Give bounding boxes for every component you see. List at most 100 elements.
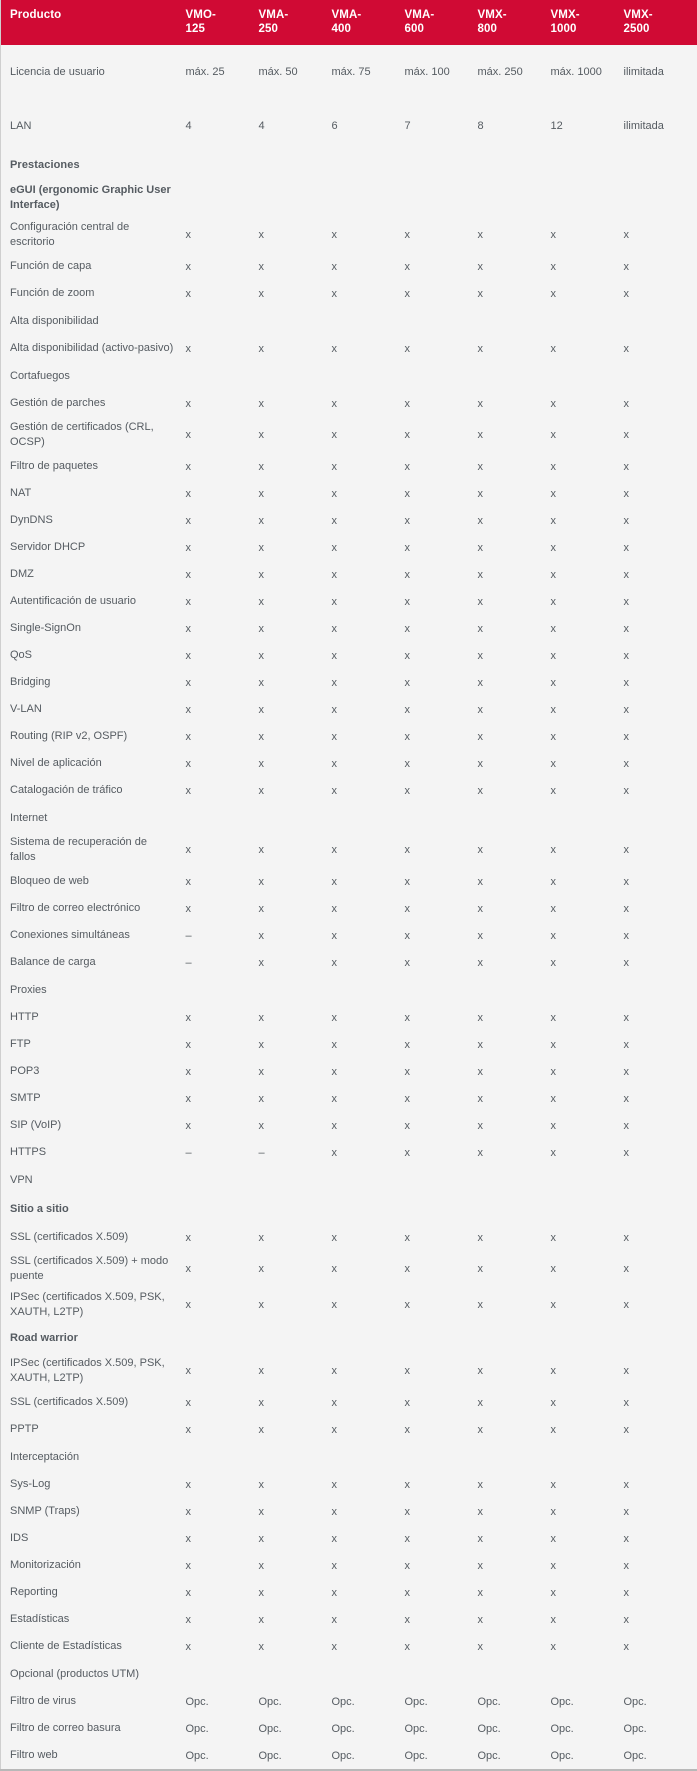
cell-value: x <box>405 1058 478 1085</box>
cell-empty <box>186 1660 259 1688</box>
row-label: Conexiones simultáneas <box>1 922 186 949</box>
cell-value: Opc. <box>259 1715 332 1742</box>
cell-value: Opc. <box>624 1688 697 1715</box>
cell-value: máx. 250 <box>478 45 551 99</box>
cell-value: máx. 100 <box>405 45 478 99</box>
cell-value: x <box>405 1224 478 1251</box>
cell-value: x <box>186 1112 259 1139</box>
row-label: POP3 <box>1 1058 186 1085</box>
table-row: Single-SignOnxxxxxxx <box>1 615 697 642</box>
row-label: SSL (certificados X.509) <box>1 1389 186 1416</box>
cell-value: x <box>332 480 405 507</box>
cell-value: x <box>405 1525 478 1552</box>
cell-value: x <box>478 868 551 895</box>
cell-value: x <box>478 832 551 868</box>
cell-value: x <box>478 480 551 507</box>
table-row: Servidor DHCPxxxxxxx <box>1 534 697 561</box>
cell-value: x <box>259 417 332 453</box>
cell-value: Opc. <box>332 1715 405 1742</box>
cell-value: x <box>478 696 551 723</box>
table-row: SMTPxxxxxxx <box>1 1085 697 1112</box>
cell-empty <box>186 976 259 1004</box>
cell-value: x <box>405 507 478 534</box>
cell-empty <box>405 362 478 390</box>
cell-value: x <box>624 750 697 777</box>
cell-value: ilimitada <box>624 45 697 99</box>
cell-empty <box>259 1194 332 1224</box>
cell-value: x <box>405 1353 478 1389</box>
cell-value: x <box>624 922 697 949</box>
cell-value: x <box>405 1139 478 1166</box>
column-header-product: Producto <box>1 0 186 45</box>
cell-empty <box>186 1443 259 1471</box>
row-label: Catalogación de tráfico <box>1 777 186 804</box>
cell-value: Opc. <box>405 1715 478 1742</box>
cell-value: x <box>259 1416 332 1443</box>
cell-value: x <box>259 669 332 696</box>
cell-value: x <box>624 1004 697 1031</box>
section-band-body: Prestaciones <box>1 153 697 178</box>
cell-value: x <box>405 949 478 976</box>
cell-value: x <box>405 1251 478 1287</box>
cell-value: x <box>332 1224 405 1251</box>
cell-empty <box>478 1194 551 1224</box>
cell-value: x <box>551 1287 624 1323</box>
cell-value: ilimitada <box>624 99 697 153</box>
table-group-row: Road warrior <box>1 1323 697 1353</box>
cell-value: x <box>332 390 405 417</box>
column-header-line2: 125 <box>186 22 259 36</box>
cell-value: x <box>332 642 405 669</box>
cell-empty <box>405 1323 478 1353</box>
cell-value: x <box>478 723 551 750</box>
cell-value: x <box>405 453 478 480</box>
table-row: Bloqueo de webxxxxxxx <box>1 868 697 895</box>
cell-value: x <box>186 868 259 895</box>
table-row: Filtro de virusOpc.Opc.Opc.Opc.Opc.Opc.O… <box>1 1688 697 1715</box>
cell-empty <box>405 1443 478 1471</box>
cell-value: x <box>259 1112 332 1139</box>
cell-value: Opc. <box>478 1688 551 1715</box>
cell-value: x <box>332 615 405 642</box>
cell-value: x <box>551 1058 624 1085</box>
cell-value: x <box>551 417 624 453</box>
cell-value: – <box>186 922 259 949</box>
cell-value: x <box>551 868 624 895</box>
cell-value: x <box>624 1058 697 1085</box>
cell-value: x <box>551 1633 624 1660</box>
table-row: Filtro de paquetesxxxxxxx <box>1 453 697 480</box>
cell-value: x <box>332 217 405 253</box>
row-label: HTTP <box>1 1004 186 1031</box>
cell-value: x <box>624 1552 697 1579</box>
cell-value: x <box>259 1606 332 1633</box>
cell-value: x <box>624 480 697 507</box>
cell-value: x <box>551 1139 624 1166</box>
column-header-line1: VMX- <box>551 8 624 22</box>
table-row: Bridgingxxxxxxx <box>1 669 697 696</box>
table-group-row: Internet <box>1 804 697 832</box>
cell-value: x <box>405 922 478 949</box>
row-label: Función de zoom <box>1 280 186 307</box>
cell-value: Opc. <box>551 1715 624 1742</box>
cell-value: x <box>332 1004 405 1031</box>
cell-value: x <box>405 1606 478 1633</box>
row-label: Cliente de Estadísticas <box>1 1633 186 1660</box>
cell-value: x <box>186 1471 259 1498</box>
table-row: Nivel de aplicaciónxxxxxxx <box>1 750 697 777</box>
cell-value: x <box>624 1389 697 1416</box>
cell-value: x <box>551 696 624 723</box>
cell-value: x <box>332 1552 405 1579</box>
cell-value: x <box>186 1058 259 1085</box>
cell-value: 4 <box>259 99 332 153</box>
table-row: Configuración central de escritorioxxxxx… <box>1 217 697 253</box>
cell-value: x <box>332 1139 405 1166</box>
cell-value: x <box>332 895 405 922</box>
cell-value: x <box>551 217 624 253</box>
column-header-line1: VMX- <box>624 8 697 22</box>
column-header-vma-250: VMA- 250 <box>259 0 332 45</box>
cell-value: x <box>551 1416 624 1443</box>
cell-empty <box>551 1166 624 1194</box>
cell-value: x <box>259 1389 332 1416</box>
cell-value: x <box>332 723 405 750</box>
cell-value: x <box>551 777 624 804</box>
cell-value: x <box>551 642 624 669</box>
